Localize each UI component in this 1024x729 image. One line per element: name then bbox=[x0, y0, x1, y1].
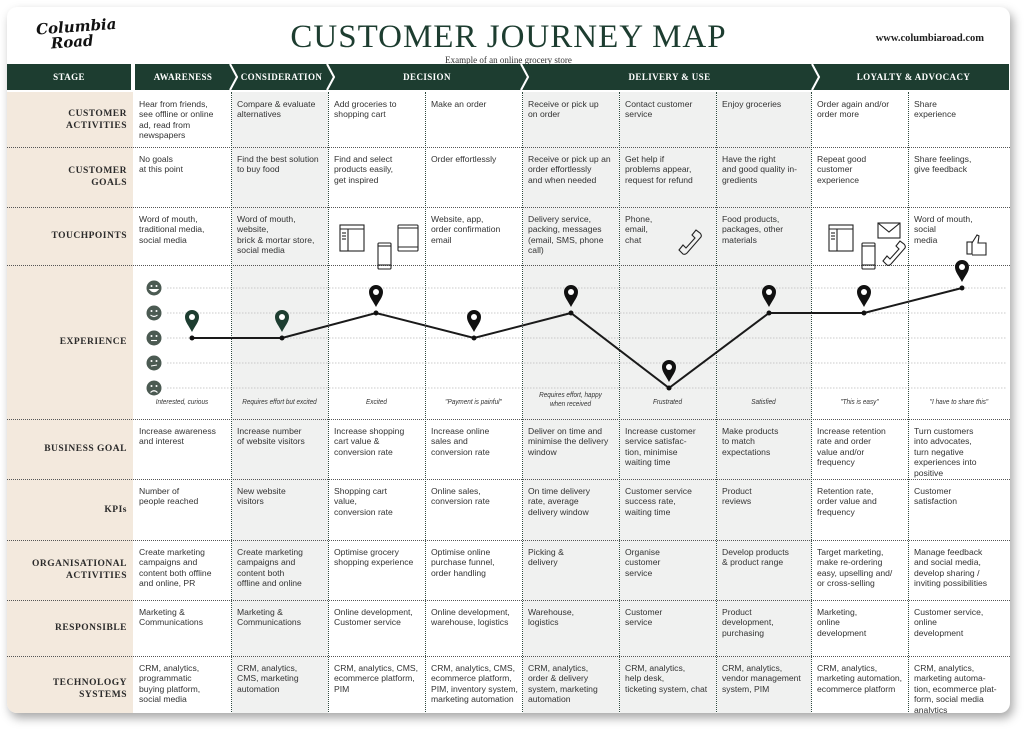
experience-chart bbox=[146, 222, 1007, 396]
map-pin-icon bbox=[564, 285, 578, 307]
map-pin-icon bbox=[762, 285, 776, 307]
experience-point bbox=[279, 335, 285, 341]
sad-face-icon bbox=[146, 380, 162, 396]
map-pin-icon bbox=[857, 285, 871, 307]
experience-label: Satisfied bbox=[751, 397, 776, 406]
experience-label: Requires effort, happy when received bbox=[539, 390, 602, 408]
map-pin-icon bbox=[467, 310, 481, 332]
experience-label: Requires effort but excited bbox=[242, 397, 317, 406]
map-pin-icon bbox=[275, 310, 289, 332]
thumbs-up-icon bbox=[966, 234, 987, 256]
experience-point bbox=[959, 285, 965, 291]
journey-map-card: Columbia Road CUSTOMER JOURNEY MAP Examp… bbox=[7, 7, 1010, 713]
smartphone-icon bbox=[861, 242, 876, 270]
tablet-icon bbox=[397, 224, 419, 252]
experience-label: Excited bbox=[366, 397, 387, 406]
very-happy-face-icon bbox=[146, 280, 162, 296]
unhappy-face-icon bbox=[146, 355, 162, 371]
experience-point bbox=[666, 385, 672, 391]
experience-point bbox=[373, 310, 379, 316]
happy-face-icon bbox=[146, 305, 162, 321]
browser-icon bbox=[339, 224, 365, 252]
browser-icon bbox=[828, 224, 854, 252]
experience-point bbox=[766, 310, 772, 316]
map-pin-icon bbox=[369, 285, 383, 307]
smartphone-icon bbox=[377, 242, 392, 270]
map-pin-icon bbox=[185, 310, 199, 332]
map-pin-icon bbox=[662, 360, 676, 382]
experience-point bbox=[568, 310, 574, 316]
experience-label: "Payment is painful" bbox=[445, 397, 502, 406]
phone-handset-icon bbox=[882, 240, 906, 266]
experience-label: "This is easy" bbox=[840, 397, 879, 406]
experience-point bbox=[189, 335, 195, 341]
neutral-face-icon bbox=[146, 330, 162, 346]
experience-point bbox=[471, 335, 477, 341]
map-pin-icon bbox=[955, 260, 969, 282]
experience-label: "I have to share this" bbox=[929, 397, 989, 406]
envelope-icon bbox=[877, 222, 901, 239]
phone-handset-icon bbox=[678, 229, 702, 255]
experience-label: Interested, curious bbox=[155, 397, 209, 406]
experience-label: Frustrated bbox=[652, 397, 683, 406]
experience-point bbox=[861, 310, 867, 316]
